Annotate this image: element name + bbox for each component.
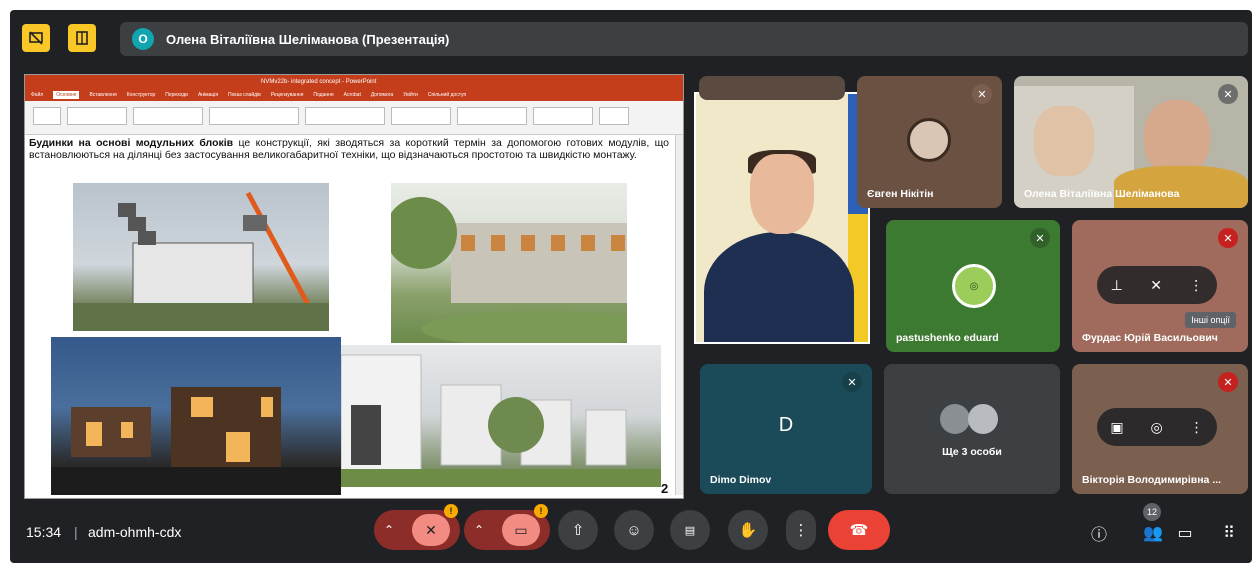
mic-off-icon[interactable]: ✕ bbox=[412, 514, 451, 546]
participant-tile-furdas[interactable]: ✕ ⊥ ✕ ⋮ Інші опції Фурдас Юрій Васильови… bbox=[1072, 220, 1248, 352]
presentation-off-icon[interactable] bbox=[22, 24, 50, 52]
mic-off-icon: ✕ bbox=[972, 84, 992, 104]
ppt-ribbon bbox=[25, 101, 683, 135]
container-houses-night-image bbox=[51, 337, 341, 495]
person-left bbox=[1034, 106, 1094, 176]
pin-window-icon[interactable] bbox=[68, 24, 96, 52]
pin-icon[interactable]: ◎ bbox=[1151, 419, 1163, 436]
mic-off-icon: ✕ bbox=[1218, 84, 1238, 104]
avatar bbox=[940, 404, 970, 434]
meet-window: О Олена Віталіївна Шеліманова (Презентац… bbox=[10, 10, 1252, 563]
participants-icon[interactable]: 👥 bbox=[1141, 522, 1165, 544]
avatar-letter: D bbox=[778, 414, 794, 436]
avatar: ◎ bbox=[952, 264, 996, 308]
ppt-menu-item[interactable]: Основне bbox=[53, 91, 80, 99]
pinned-participant-video[interactable] bbox=[694, 92, 870, 344]
present-screen-button[interactable]: ⇧ bbox=[558, 510, 598, 550]
hand-icon: ✋ bbox=[738, 522, 758, 539]
camera-off-icon[interactable]: ▭ bbox=[502, 514, 541, 546]
shared-screen[interactable]: NVMv22b- integrated concept - PowerPoint… bbox=[24, 74, 684, 499]
participant-tile-dimo[interactable]: ✕ D Dimo Dimov bbox=[700, 364, 872, 494]
ppt-menu-item[interactable]: Допомога bbox=[371, 92, 393, 98]
participant-tile-partial[interactable] bbox=[699, 76, 845, 100]
tile-name: pastushenko eduard bbox=[896, 332, 999, 344]
frame-icon[interactable]: ▣ bbox=[1110, 419, 1123, 436]
mic-off-icon: ✕ bbox=[1030, 228, 1050, 248]
slide-text-bold: Будинки на основі модульних блоків bbox=[29, 137, 234, 149]
chevron-up-icon[interactable]: ⌃ bbox=[384, 523, 394, 537]
separator: | bbox=[74, 524, 78, 540]
avatar bbox=[968, 404, 998, 434]
white-modular-row-houses-image bbox=[341, 345, 661, 487]
ppt-menu-item[interactable]: Показ слайдів bbox=[228, 92, 261, 98]
ppt-menu-item[interactable]: Рецензування bbox=[271, 92, 304, 98]
ppt-menu-item[interactable]: Файл bbox=[31, 92, 43, 98]
pin-icon[interactable]: ⊥ bbox=[1111, 277, 1123, 294]
presenter-avatar: О bbox=[132, 28, 154, 50]
person-right bbox=[1144, 100, 1210, 176]
participant-tile-viktoriia[interactable]: ✕ ▣ ◎ ⋮ Вікторія Володимирівна ... bbox=[1072, 364, 1248, 494]
activities-grid-icon[interactable]: ⠿ bbox=[1217, 522, 1241, 544]
ppt-menu-item[interactable]: Переходи bbox=[165, 92, 188, 98]
slide-scrollbar[interactable] bbox=[675, 135, 683, 495]
ppt-menu-item[interactable]: Конструктор bbox=[127, 92, 156, 98]
chevron-up-icon[interactable]: ⌃ bbox=[474, 523, 484, 537]
participant-tile-more[interactable]: Ще 3 особи bbox=[884, 364, 1060, 494]
ppt-menu: Файл Основне Вставлення Конструктор Переходи… bbox=[25, 89, 683, 101]
mic-off-icon: ✕ bbox=[1218, 372, 1238, 392]
camera-control[interactable]: ⌃ ▭ ! bbox=[464, 504, 550, 550]
more-options-icon[interactable]: ⋮ bbox=[1190, 419, 1204, 436]
tile-name: Dimo Dimov bbox=[710, 474, 772, 486]
more-participants-label: Ще 3 особи bbox=[942, 446, 1002, 458]
emoji-button[interactable]: ☺ bbox=[614, 510, 654, 550]
mute-icon[interactable]: ✕ bbox=[1150, 277, 1162, 294]
camera-warning-badge: ! bbox=[534, 504, 548, 518]
ppt-menu-item[interactable]: Подання bbox=[313, 92, 333, 98]
participants-count-badge: 12 bbox=[1143, 503, 1161, 521]
more-options-icon: ⋮ bbox=[793, 522, 809, 539]
tile-name: Євген Нікітін bbox=[867, 188, 934, 200]
presenter-label: Олена Віталіївна Шеліманова (Презентація… bbox=[166, 31, 450, 47]
mic-off-icon: ✕ bbox=[842, 372, 862, 392]
tile-name: Олена Віталіївна Шеліманова bbox=[1024, 188, 1180, 200]
participant-tile-olena[interactable]: ✕ Олена Віталіївна Шеліманова bbox=[1014, 76, 1248, 208]
ppt-menu-item[interactable]: Анімація bbox=[198, 92, 218, 98]
tile-name: Фурдас Юрій Васильович bbox=[1082, 332, 1218, 344]
clock: 15:34 bbox=[26, 524, 62, 540]
emoji-icon: ☺ bbox=[626, 521, 642, 539]
slide-page-number: 2 bbox=[661, 481, 669, 496]
modular-houses-garden-image bbox=[391, 183, 627, 343]
mic-control[interactable]: ⌃ ✕ ! bbox=[374, 504, 460, 550]
mic-off-icon: ✕ bbox=[1218, 228, 1238, 248]
more-options-tooltip: Інші опції bbox=[1185, 312, 1236, 328]
chat-icon[interactable]: ▭ bbox=[1173, 522, 1197, 544]
end-call-icon: ☎ bbox=[849, 522, 869, 539]
meeting-code: adm-ohmh-cdx bbox=[88, 524, 182, 540]
presenter-banner: О Олена Віталіївна Шеліманова (Презентац… bbox=[120, 22, 1248, 56]
ppt-titlebar: NVMv22b- integrated concept - PowerPoint bbox=[25, 75, 683, 89]
more-options-icon[interactable]: ⋮ bbox=[1189, 277, 1203, 294]
participant-tile-yevhen[interactable]: ✕ Євген Нікітін bbox=[857, 76, 1002, 208]
slide-paragraph: Будинки на основі модульних блоків це ко… bbox=[29, 137, 669, 161]
ppt-menu-item[interactable]: Acrobat bbox=[344, 92, 361, 98]
captions-button[interactable]: ▤ bbox=[670, 510, 710, 550]
modular-house-crane-image bbox=[73, 183, 329, 331]
present-screen-icon: ⇧ bbox=[571, 522, 585, 539]
participant-tile-pastushenko[interactable]: ✕ ◎ pastushenko eduard bbox=[886, 220, 1060, 352]
raise-hand-button[interactable]: ✋ bbox=[728, 510, 768, 550]
captions-icon: ▤ bbox=[684, 524, 696, 537]
ppt-menu-item[interactable]: Увійти bbox=[403, 92, 418, 98]
tile-name: Вікторія Володимирівна ... bbox=[1082, 474, 1222, 486]
tile-hover-controls[interactable]: ⊥ ✕ ⋮ bbox=[1097, 266, 1217, 304]
ppt-window-title: NVMv22b- integrated concept - PowerPoint bbox=[261, 79, 377, 85]
avatar bbox=[907, 118, 951, 162]
ppt-menu-item[interactable]: Вставлення bbox=[89, 92, 116, 98]
tile-hover-controls[interactable]: ▣ ◎ ⋮ bbox=[1097, 408, 1217, 446]
mic-warning-badge: ! bbox=[444, 504, 458, 518]
meeting-details-icon[interactable]: ⓘ bbox=[1087, 522, 1111, 544]
ppt-menu-item[interactable]: Спільний доступ bbox=[428, 92, 466, 98]
end-call-button[interactable]: ☎ bbox=[828, 510, 890, 550]
more-options-button[interactable]: ⋮ bbox=[786, 510, 816, 550]
